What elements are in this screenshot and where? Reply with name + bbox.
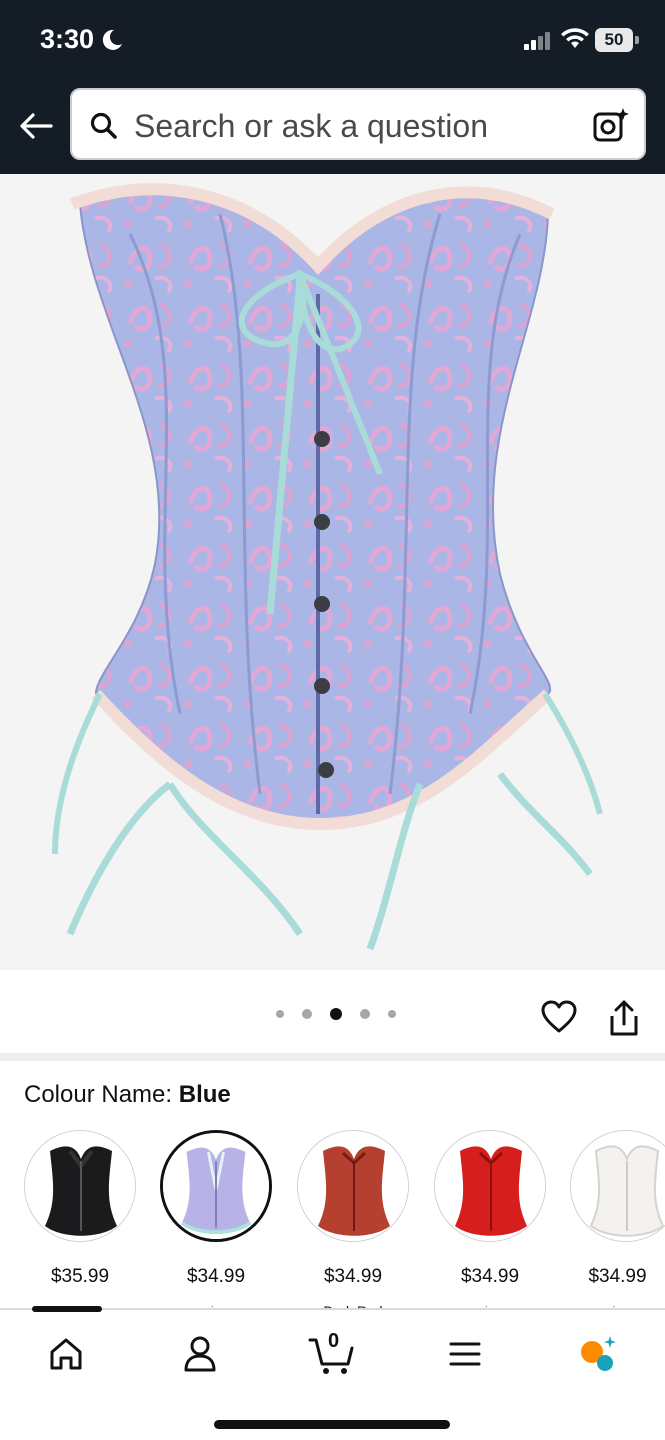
product-image[interactable]	[0, 174, 665, 970]
cart-count: 0	[328, 1330, 340, 1352]
swatch-black[interactable]	[24, 1130, 136, 1242]
battery-level: 50	[595, 28, 633, 52]
search-input[interactable]: Search or ask a question	[134, 108, 488, 145]
swatch-price: $34.99	[186, 1266, 246, 1287]
carousel-dots[interactable]	[276, 1008, 414, 1020]
account-icon[interactable]	[178, 1332, 222, 1376]
colour-name-value: Blue	[178, 1081, 231, 1108]
swatch-price: $34.99	[323, 1266, 383, 1287]
carousel-dot[interactable]	[388, 1010, 396, 1018]
section-divider	[0, 1053, 665, 1061]
cart-button[interactable]: 0	[308, 1330, 358, 1376]
signal-icon	[524, 32, 550, 50]
corset-thumbnail	[25, 1131, 135, 1241]
corset-thumbnail	[435, 1131, 545, 1241]
back-arrow-icon	[20, 113, 53, 139]
corset-illustration	[0, 174, 665, 970]
battery-indicator: 50	[595, 28, 639, 52]
battery-tip	[635, 36, 639, 44]
carousel-dot-active[interactable]	[330, 1008, 342, 1020]
search-icon	[90, 112, 117, 139]
carousel-dot[interactable]	[276, 1010, 284, 1018]
top-bar: 3:30 50 Search or ask a question	[0, 0, 665, 174]
corset-thumbnail	[163, 1133, 269, 1239]
swatch-white[interactable]	[570, 1130, 665, 1242]
back-button[interactable]	[14, 104, 58, 148]
swatch-blue[interactable]	[160, 1130, 272, 1242]
share-icon[interactable]	[605, 998, 643, 1038]
wifi-icon	[561, 28, 589, 48]
swatch-red[interactable]	[434, 1130, 546, 1242]
carousel-dot[interactable]	[302, 1009, 312, 1019]
colour-name-prefix: Colour Name:	[24, 1081, 173, 1108]
home-indicator-bar	[214, 1420, 450, 1429]
corset-thumbnail	[298, 1131, 408, 1241]
home-icon[interactable]	[44, 1332, 88, 1376]
status-time: 3:30	[40, 24, 95, 54]
camera-icon[interactable]	[592, 106, 630, 144]
active-tab-indicator	[32, 1306, 102, 1312]
bottom-nav: 0	[0, 1306, 665, 1440]
rufus-assistant-icon[interactable]	[576, 1332, 620, 1376]
swatch-dark-red[interactable]	[297, 1130, 409, 1242]
colour-name-label: Colour Name: Blue	[24, 1081, 231, 1109]
swatch-price: $34.99	[588, 1266, 647, 1287]
carousel-dot[interactable]	[360, 1009, 370, 1019]
swatch-price: $35.99	[50, 1266, 110, 1287]
heart-icon[interactable]	[540, 998, 578, 1036]
moon-icon	[102, 29, 122, 50]
corset-thumbnail	[571, 1131, 665, 1241]
search-bar[interactable]: Search or ask a question	[70, 88, 646, 160]
menu-icon[interactable]	[443, 1332, 487, 1376]
swatch-price: $34.99	[460, 1266, 520, 1287]
